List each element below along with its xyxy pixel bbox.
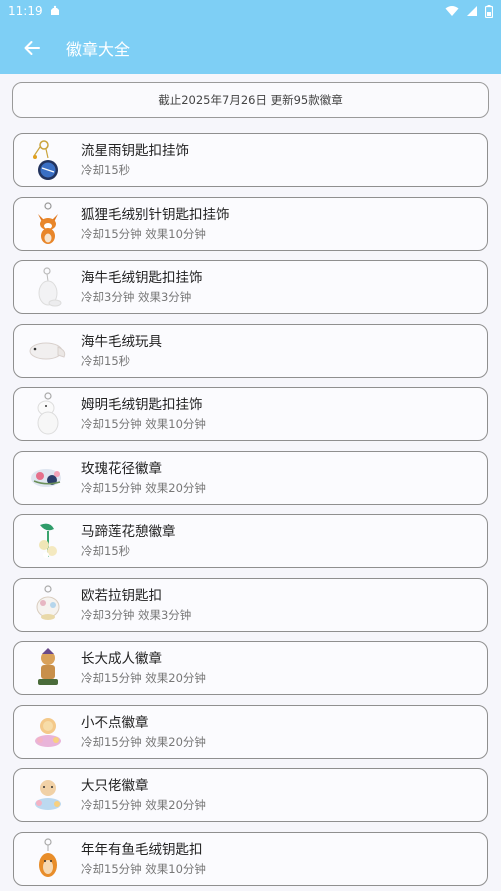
badge-desc: 冷却15秒: [81, 163, 131, 177]
badge-name: 玫瑰花径徽章: [81, 460, 162, 477]
badge-list: 流星雨钥匙扣挂饰 冷却15秒 狐狸毛绒别针钥匙扣挂饰 冷却15分钟 效果10分钟 海牛毛…: [13, 133, 488, 891]
badge-name: 大只佬徽章: [81, 778, 149, 794]
manatee-keychain-icon: [28, 265, 68, 309]
fox-plush-icon: [28, 201, 68, 246]
moomin-plush-icon: [28, 392, 68, 436]
badge-desc: 冷却15分钟 效果20分钟: [81, 798, 206, 812]
badge-list-item[interactable]: 大只佬徽章冷却15分钟 效果20分钟: [13, 768, 488, 822]
big-guy-badge-icon: [28, 773, 68, 817]
badge-text-group: 狐狸毛绒别针钥匙扣挂饰 冷却15分钟 效果10分钟: [81, 206, 230, 242]
badge-list-item[interactable]: 年年有鱼毛绒钥匙扣 冷却15分钟 效果10分钟: [13, 831, 488, 886]
calla-lily-badge-icon: [28, 519, 68, 563]
app-bar: 徽章大全: [0, 22, 501, 74]
badge-text-group: 姆明毛绒钥匙扣挂饰 冷却15分钟 效果10分钟: [81, 396, 206, 432]
notification-icon: [50, 5, 59, 15]
badge-text-group: 玫瑰花径徽章冷却15分钟 效果20分钟: [81, 460, 206, 496]
badge-name: 流星雨钥匙扣挂饰: [81, 143, 189, 159]
grown-up-badge-icon: [28, 646, 68, 690]
status-time: 11:19: [8, 4, 43, 18]
badge-name: 欧若拉钥匙扣: [81, 587, 162, 604]
badge-desc: 冷却15秒: [81, 353, 131, 368]
badge-name: 姆明毛绒钥匙扣挂饰: [81, 397, 203, 413]
update-notice: 截止2025年7月26日 更新95款徽章: [12, 82, 489, 118]
badge-list-item[interactable]: 小不点徽章冷却15分钟 效果20分钟: [13, 704, 488, 759]
badge-list-item[interactable]: 长大成人徽章冷却15分钟 效果20分钟: [13, 641, 488, 695]
badge-text-group: 海牛毛绒玩具 冷却15秒: [81, 333, 162, 369]
badge-list-item[interactable]: 姆明毛绒钥匙扣挂饰 冷却15分钟 效果10分钟: [13, 387, 488, 441]
badge-list-item[interactable]: 流星雨钥匙扣挂饰 冷却15秒: [13, 133, 488, 187]
badge-text-group: 长大成人徽章冷却15分钟 效果20分钟: [81, 650, 206, 686]
signal-icon: [467, 6, 477, 16]
badge-desc: 冷却15分钟 效果10分钟: [81, 226, 206, 241]
back-button[interactable]: [8, 24, 56, 72]
badge-name: 年年有鱼毛绒钥匙扣: [81, 841, 203, 858]
wifi-icon: [445, 6, 459, 16]
badge-list-item[interactable]: 马蹄莲花憩徽章 冷却15秒: [13, 514, 488, 568]
badge-text-group: 流星雨钥匙扣挂饰 冷却15秒: [81, 142, 189, 178]
rose-path-badge-icon: [28, 456, 68, 500]
badge-list-item[interactable]: 狐狸毛绒别针钥匙扣挂饰 冷却15分钟 效果10分钟: [13, 196, 488, 251]
badge-text-group: 欧若拉钥匙扣冷却3分钟 效果3分钟: [81, 587, 191, 623]
fish-plush-icon: [28, 837, 68, 881]
badge-name: 海牛毛绒玩具: [81, 333, 162, 350]
badge-text-group: 年年有鱼毛绒钥匙扣 冷却15分钟 效果10分钟: [81, 841, 206, 877]
badge-text-group: 海牛毛绒钥匙扣挂饰 冷却3分钟 效果3分钟: [81, 269, 203, 305]
page-title: 徽章大全: [66, 40, 131, 59]
badge-desc: 冷却15分钟 效果20分钟: [81, 480, 206, 495]
arrow-left-icon: [24, 41, 40, 55]
battery-icon: [485, 4, 493, 18]
badge-desc: 冷却3分钟 效果3分钟: [81, 290, 192, 304]
status-bar: 11:19: [0, 0, 501, 22]
badge-desc: 冷却15分钟 效果10分钟: [81, 417, 206, 431]
badge-name: 狐狸毛绒别针钥匙扣挂饰: [81, 206, 230, 223]
manatee-plush-icon: [28, 329, 68, 373]
badge-name: 小不点徽章: [81, 714, 149, 731]
badge-desc: 冷却15分钟 效果20分钟: [81, 671, 206, 685]
badge-desc: 冷却15秒: [81, 544, 131, 558]
badge-text-group: 马蹄莲花憩徽章 冷却15秒: [81, 523, 176, 559]
badge-name: 马蹄莲花憩徽章: [81, 524, 176, 540]
badge-list-item[interactable]: 海牛毛绒玩具 冷却15秒: [13, 323, 488, 378]
badge-name: 海牛毛绒钥匙扣挂饰: [81, 270, 203, 286]
badge-text-group: 小不点徽章冷却15分钟 效果20分钟: [81, 714, 206, 750]
badge-list-item[interactable]: 玫瑰花径徽章冷却15分钟 效果20分钟: [13, 450, 488, 505]
badge-list-item[interactable]: 欧若拉钥匙扣冷却3分钟 效果3分钟: [13, 577, 488, 632]
badge-desc: 冷却15分钟 效果20分钟: [81, 734, 206, 749]
aurora-keychain-icon: [28, 583, 68, 627]
little-one-badge-icon: [28, 710, 68, 754]
badge-name: 长大成人徽章: [81, 651, 162, 667]
badge-desc: 冷却3分钟 效果3分钟: [81, 607, 192, 622]
meteor-keychain-icon: [28, 138, 68, 182]
badge-desc: 冷却15分钟 效果10分钟: [81, 861, 206, 876]
badge-list-item[interactable]: 海牛毛绒钥匙扣挂饰 冷却3分钟 效果3分钟: [13, 260, 488, 314]
badge-text-group: 大只佬徽章冷却15分钟 效果20分钟: [81, 777, 206, 813]
